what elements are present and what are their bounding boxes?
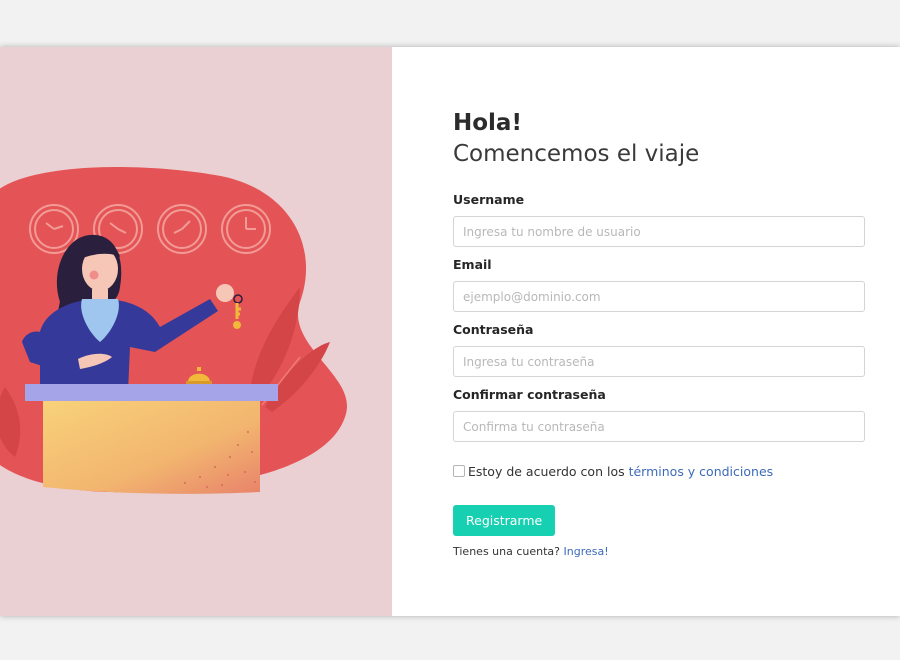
login-link[interactable]: Ingresa! — [564, 545, 609, 558]
email-label: Email — [453, 257, 492, 272]
terms-text: Estoy de acuerdo con los — [468, 463, 625, 479]
username-label: Username — [453, 192, 525, 207]
username-group: Username — [453, 192, 865, 247]
confirm-password-label: Confirmar contraseña — [453, 387, 606, 402]
reception-desk — [43, 401, 260, 494]
login-prompt-text: Tienes una cuenta? — [453, 545, 561, 558]
terms-link[interactable]: términos y condiciones — [629, 464, 774, 479]
terms-row: Estoy de acuerdo con los términos y cond… — [453, 463, 865, 479]
terms-checkbox[interactable] — [453, 465, 465, 477]
reception-desk-top — [25, 384, 278, 401]
password-label: Contraseña — [453, 322, 534, 337]
confirm-password-group: Confirmar contraseña — [453, 387, 865, 442]
password-input[interactable] — [453, 346, 865, 377]
email-group: Email — [453, 257, 865, 312]
illustration-panel — [0, 47, 392, 616]
register-button[interactable]: Registrarme — [453, 505, 556, 536]
form-panel: Hola! Comencemos el viaje Username Email… — [392, 47, 900, 616]
greeting-heading: Hola! — [453, 110, 522, 136]
password-group: Contraseña — [453, 322, 865, 377]
signup-card: Hola! Comencemos el viaje Username Email… — [0, 47, 900, 616]
email-input[interactable] — [453, 281, 865, 312]
subtitle-heading: Comencemos el viaje — [453, 141, 700, 167]
hotel-reception-illustration — [0, 167, 347, 494]
confirm-password-input[interactable] — [453, 411, 865, 442]
login-prompt: Tienes una cuenta? Ingresa! — [453, 545, 865, 558]
username-input[interactable] — [453, 216, 865, 247]
signup-form: Hola! Comencemos el viaje Username Email… — [453, 109, 865, 558]
